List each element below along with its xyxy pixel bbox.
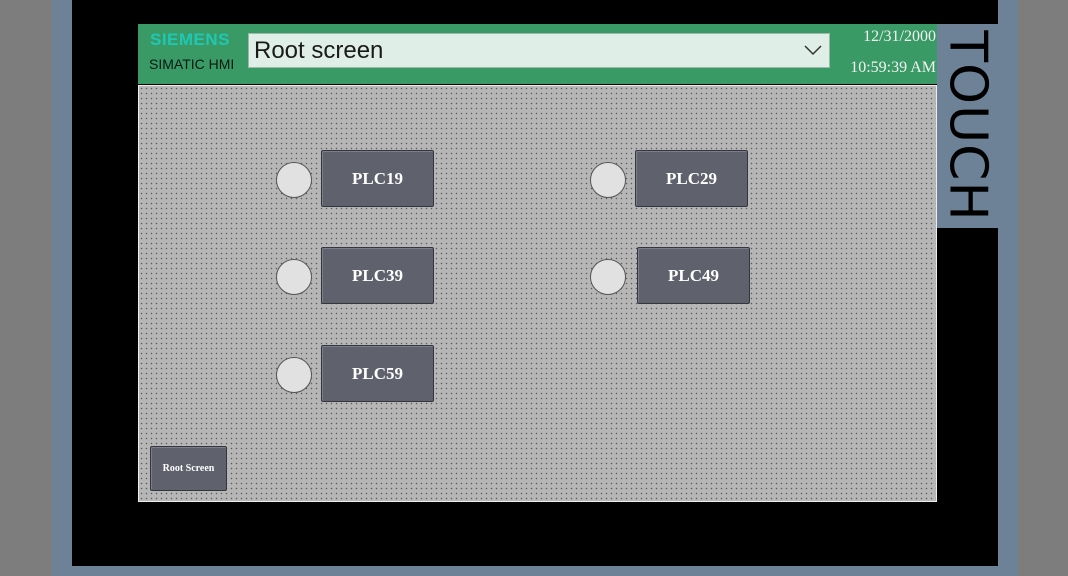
chevron-down-icon [804,45,822,56]
device-label: TOUCH [937,24,998,228]
root-screen-button[interactable]: Root Screen [150,446,227,491]
brand-logo: SIEMENS [150,30,231,49]
plc39-button[interactable]: PLC39 [321,247,434,304]
device-label-text: TOUCH [937,30,998,222]
brand-product: SIMATIC HMI [149,56,235,72]
plc59-button[interactable]: PLC59 [321,345,434,402]
screen-selector-value: Root screen [254,36,384,64]
plc19-button[interactable]: PLC19 [321,150,434,207]
plc59-status-lamp [276,357,312,393]
clock-date: 12/31/2000 [863,28,936,45]
screen-selector[interactable]: Root screen [248,33,830,68]
plc19-status-lamp [276,162,312,198]
plc49-status-lamp [590,259,626,295]
clock-time: 10:59:39 AM [850,59,936,76]
plc49-button[interactable]: PLC49 [637,247,750,304]
plc29-status-lamp [590,162,626,198]
plc39-status-lamp [276,259,312,295]
plc29-button[interactable]: PLC29 [635,150,748,207]
screen-workarea [138,85,937,502]
